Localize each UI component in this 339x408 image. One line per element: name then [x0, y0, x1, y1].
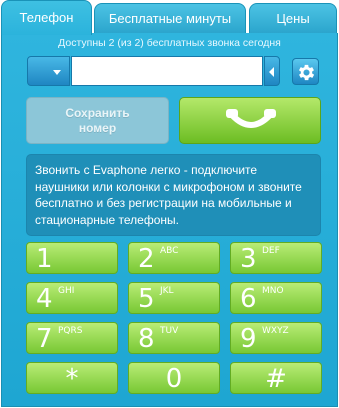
- key-digit: 7: [36, 324, 53, 354]
- info-message: Звонить с Evaphone легко - подключите на…: [26, 154, 321, 236]
- free-calls-quota: Доступны 2 (из 2) бесплатных звонка сего…: [58, 37, 281, 49]
- key-0[interactable]: 0: [128, 362, 220, 394]
- key-2[interactable]: 2 ABC: [128, 242, 220, 274]
- key-letters: ABC: [160, 246, 179, 256]
- handset-icon: [226, 109, 276, 128]
- tab-free-minutes[interactable]: Бесплатные минуты: [94, 3, 246, 34]
- key-letters: JKL: [160, 286, 174, 296]
- key-letters: TUV: [160, 326, 179, 336]
- key-digit: 0: [165, 364, 183, 394]
- key-letters: DEF: [262, 246, 280, 256]
- key-hash[interactable]: #: [230, 362, 322, 394]
- key-digit: 9: [240, 324, 257, 354]
- key-digit: 8: [138, 324, 155, 354]
- settings-button[interactable]: [292, 58, 319, 85]
- key-digit: 6: [240, 284, 257, 314]
- phone-number-input[interactable]: [71, 56, 263, 86]
- gear-icon: [298, 64, 315, 81]
- country-select-button[interactable]: [27, 56, 70, 86]
- key-7[interactable]: 7 PQRS: [26, 322, 118, 354]
- key-digit: *: [65, 364, 79, 394]
- call-button[interactable]: [179, 97, 321, 144]
- key-9[interactable]: 9 WXYZ: [230, 322, 322, 354]
- key-star[interactable]: *: [26, 362, 118, 394]
- key-digit: 4: [36, 284, 53, 314]
- phone-panel: Доступны 2 (из 2) бесплатных звонка сего…: [1, 33, 338, 407]
- save-button-label-line1: Сохранить: [65, 106, 130, 120]
- chevron-left-icon: [269, 67, 274, 77]
- key-3[interactable]: 3 DEF: [230, 242, 322, 274]
- key-1[interactable]: 1: [26, 242, 118, 274]
- key-digit: 1: [36, 244, 53, 274]
- tab-prices[interactable]: Цены: [249, 3, 337, 34]
- key-digit: 5: [138, 284, 155, 314]
- key-5[interactable]: 5 JKL: [128, 282, 220, 314]
- key-letters: WXYZ: [262, 326, 289, 336]
- key-6[interactable]: 6 MNO: [230, 282, 322, 314]
- backspace-button[interactable]: [264, 56, 280, 86]
- key-digit: 2: [138, 244, 155, 274]
- chevron-down-icon: [53, 70, 61, 75]
- key-letters: MNO: [262, 286, 284, 296]
- tab-phone[interactable]: Телефон: [1, 0, 92, 35]
- key-8[interactable]: 8 TUV: [128, 322, 220, 354]
- key-letters: PQRS: [58, 326, 83, 336]
- key-digit: #: [265, 364, 287, 394]
- key-digit: 3: [240, 244, 257, 274]
- save-button-label-line2: номер: [78, 121, 117, 135]
- save-number-button[interactable]: Сохранить номер: [26, 97, 169, 144]
- tab-bar: Телефон Бесплатные минуты Цены: [0, 0, 339, 35]
- key-4[interactable]: 4 GHI: [26, 282, 118, 314]
- key-letters: GHI: [58, 286, 75, 296]
